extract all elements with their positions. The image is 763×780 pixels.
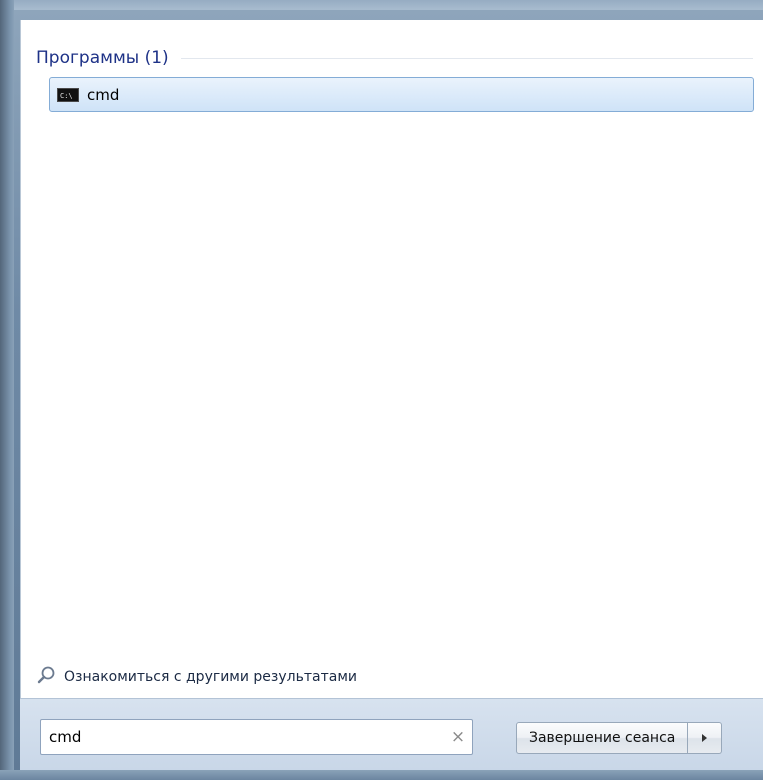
- clear-search-icon[interactable]: ×: [444, 723, 472, 751]
- window-frame-left: [0, 0, 14, 780]
- start-menu-results-panel: Программы (1) C:\ cmd: [20, 20, 763, 698]
- triangle-right-icon: [702, 734, 708, 742]
- shutdown-group: Завершение сеанса: [516, 722, 723, 754]
- group-divider: [180, 57, 753, 59]
- shutdown-options-button[interactable]: [688, 722, 723, 754]
- search-input[interactable]: [41, 721, 444, 753]
- result-item-cmd[interactable]: C:\ cmd: [49, 77, 754, 112]
- result-label: cmd: [87, 85, 120, 104]
- window-frame-bottom: [0, 770, 763, 780]
- results-group-header: Программы (1): [36, 46, 753, 70]
- shutdown-button[interactable]: Завершение сеанса: [516, 722, 689, 754]
- see-more-results-label: Ознакомиться с другими результатами: [64, 669, 357, 685]
- search-icon: [36, 665, 56, 689]
- window-frame-top: [0, 0, 763, 10]
- see-more-results-link[interactable]: Ознакомиться с другими результатами: [36, 666, 357, 688]
- command-prompt-icon: C:\: [57, 87, 79, 102]
- svg-text:C:\: C:\: [60, 92, 73, 100]
- group-title[interactable]: Программы (1): [36, 48, 169, 68]
- search-box[interactable]: ×: [40, 719, 473, 755]
